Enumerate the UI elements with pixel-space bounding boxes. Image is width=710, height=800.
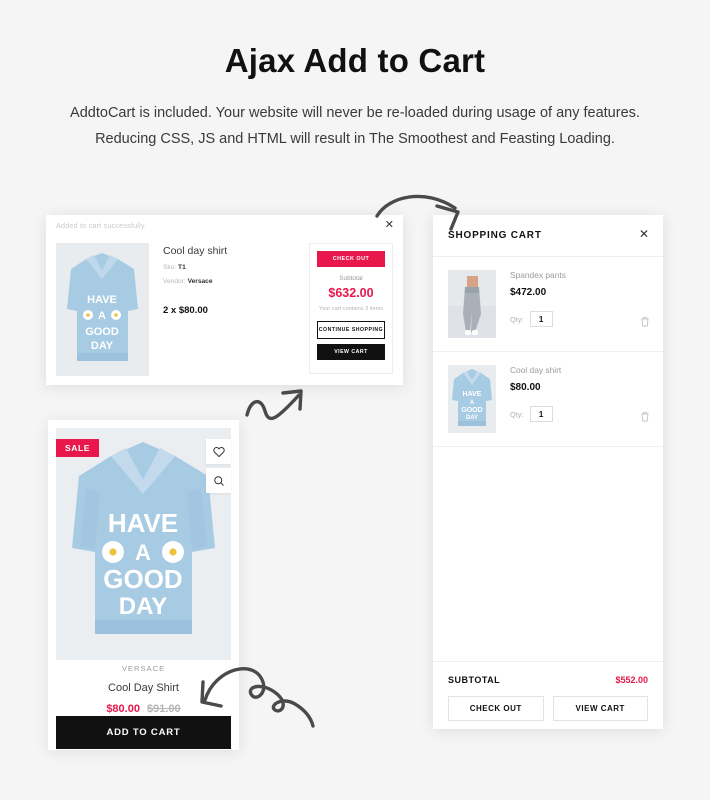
svg-text:HAVE: HAVE: [87, 294, 117, 306]
cart-footer: SUBTOTAL $552.00 CHECK OUT VIEW CART: [433, 661, 663, 729]
page-root: Ajax Add to Cart AddtoCart is included. …: [0, 0, 710, 800]
cart-item-name[interactable]: Spandex pants: [510, 270, 648, 280]
cart-header: SHOPPING CART ✕: [433, 215, 663, 257]
cart-items-list: Spandex pants $472.00 Qty: 1 HAVE A GOOD…: [433, 257, 663, 661]
svg-text:HAVE: HAVE: [463, 391, 482, 398]
svg-text:A: A: [135, 540, 151, 565]
popup-checkout-button[interactable]: CHECK OUT: [317, 251, 385, 267]
svg-text:DAY: DAY: [119, 593, 167, 620]
cart-item-price: $80.00: [510, 382, 541, 393]
cart-item-qty-label: Qty:: [510, 409, 524, 419]
close-icon[interactable]: ✕: [639, 228, 649, 240]
product-prices: $80.00 $91.00: [48, 703, 239, 715]
sku-label: Sku:: [163, 264, 177, 271]
close-icon[interactable]: ✕: [385, 220, 394, 231]
product-card-info: VERSACE Cool Day Shirt $80.00 $91.00: [48, 664, 239, 715]
popup-items-count-note: Your cart contains 3 items: [318, 306, 384, 312]
cart-subtotal-row: SUBTOTAL $552.00: [448, 675, 648, 685]
svg-text:DAY: DAY: [466, 415, 478, 421]
continue-shopping-button[interactable]: CONTINUE SHOPPING: [317, 321, 385, 339]
cart-item-image[interactable]: HAVE A GOOD DAY: [448, 365, 496, 433]
page-title: Ajax Add to Cart: [224, 42, 486, 79]
vendor-label: Vendor:: [163, 278, 186, 285]
svg-text:GOOD: GOOD: [461, 407, 482, 414]
cart-item-row: HAVE A GOOD DAY Cool day shirt $80.00 Qt…: [433, 352, 663, 447]
popup-qty-price: 2 x $80.00: [163, 305, 208, 316]
popup-subtotal-label: Subtotal: [339, 275, 363, 282]
popup-product-image: HAVE A GOOD DAY: [56, 243, 149, 376]
popup-product-info: Cool day shirt Sku: T1 Vendor: Versace 2…: [163, 245, 283, 316]
popup-product-vendor: Vendor: Versace: [163, 278, 283, 285]
added-to-cart-popup: Added to cart successfully. ✕ HAVE A GOO…: [46, 215, 403, 385]
popup-cart-summary: CHECK OUT Subtotal $632.00 Your cart con…: [309, 243, 393, 374]
shopping-cart-drawer: SHOPPING CART ✕ Spandex pants $472.00 Qt…: [433, 215, 663, 729]
cart-item-qty-label: Qty:: [510, 314, 524, 324]
sku-value: T1: [178, 264, 186, 271]
popup-product-sku: Sku: T1: [163, 264, 283, 271]
vendor-value: Versace: [187, 278, 213, 285]
zigzag-arrow-up-right-icon: [243, 387, 309, 434]
cart-item-row: Spandex pants $472.00 Qty:: [433, 257, 663, 352]
product-name[interactable]: Cool Day Shirt: [48, 682, 239, 694]
cart-item-info: Cool day shirt $80.00 Qty:: [510, 365, 648, 433]
cart-item-qty-line: Qty:: [510, 406, 648, 422]
product-card: SALE HAVE A GOOD DAY VERSACE Cool Day Sh…: [48, 420, 239, 750]
product-card-image[interactable]: HAVE A GOOD DAY: [56, 428, 231, 660]
product-old-price: $91.00: [147, 703, 181, 715]
product-card-icon-stack: [206, 439, 231, 497]
popup-subtotal-amount: $632.00: [328, 286, 374, 300]
sale-badge: SALE: [56, 439, 100, 457]
popup-view-cart-button[interactable]: VIEW CART: [317, 344, 385, 360]
cart-title: SHOPPING CART: [448, 230, 542, 241]
cart-view-cart-button[interactable]: VIEW CART: [552, 696, 648, 721]
cart-item-image[interactable]: [448, 270, 496, 338]
cart-item-qty-line: Qty:: [510, 311, 648, 327]
svg-text:A: A: [98, 310, 106, 322]
trash-icon[interactable]: [640, 314, 650, 332]
cart-footer-buttons: CHECK OUT VIEW CART: [448, 696, 648, 721]
cart-subtotal-amount: $552.00: [615, 675, 648, 685]
product-sale-price: $80.00: [106, 703, 140, 715]
add-to-cart-button[interactable]: ADD TO CART: [56, 716, 231, 749]
svg-text:GOOD: GOOD: [85, 326, 119, 338]
added-to-cart-message: Added to cart successfully.: [56, 221, 147, 230]
cart-item-qty-input[interactable]: [529, 406, 553, 422]
cart-checkout-button[interactable]: CHECK OUT: [448, 696, 544, 721]
cart-item-info: Spandex pants $472.00 Qty:: [510, 270, 648, 338]
heart-icon[interactable]: [206, 439, 231, 464]
svg-text:DAY: DAY: [91, 340, 114, 352]
cart-item-price: $472.00: [510, 287, 547, 298]
svg-text:GOOD: GOOD: [103, 564, 182, 594]
svg-text:HAVE: HAVE: [108, 508, 178, 538]
cart-item-qty-input[interactable]: [529, 311, 553, 327]
cart-item-name[interactable]: Cool day shirt: [510, 365, 648, 375]
search-icon[interactable]: [206, 468, 231, 493]
svg-text:A: A: [470, 400, 475, 406]
trash-icon[interactable]: [640, 409, 650, 427]
product-vendor: VERSACE: [121, 664, 166, 673]
page-subtitle: AddtoCart is included. Your website will…: [70, 105, 640, 147]
popup-product-title: Cool day shirt: [163, 245, 228, 257]
cart-subtotal-label: SUBTOTAL: [448, 675, 501, 685]
